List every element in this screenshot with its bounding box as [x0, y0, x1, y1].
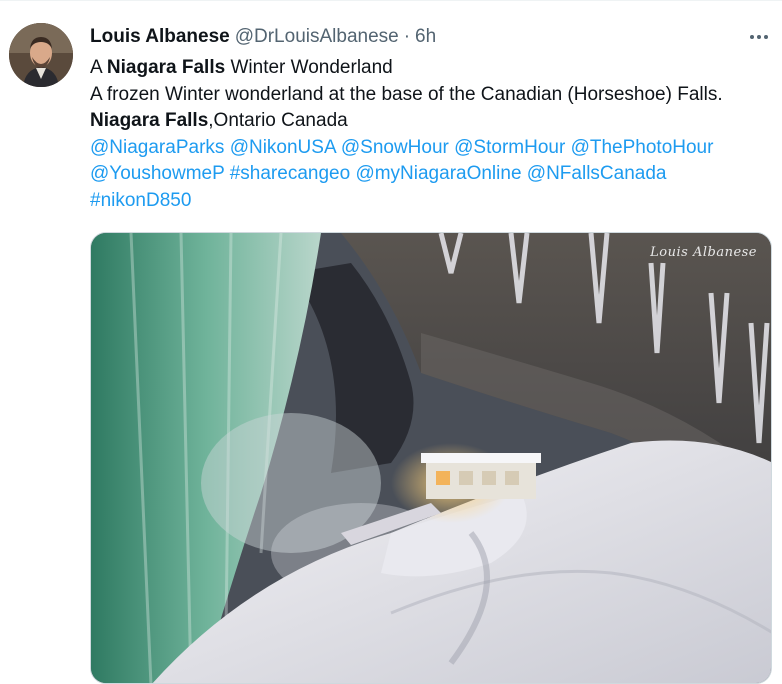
text-segment: A: [90, 57, 107, 78]
hashtag-link[interactable]: #sharecangeo: [230, 163, 350, 184]
mention-link[interactable]: @YoushowmeP: [90, 163, 224, 184]
author-handle[interactable]: @DrLouisAlbanese: [235, 26, 399, 48]
mention-row-3: #nikonD850: [90, 188, 772, 215]
text-segment: ,Ontario Canada: [208, 110, 348, 132]
text-segment: Winter Wonderland: [225, 57, 393, 78]
more-horizontal-icon[interactable]: [744, 24, 774, 50]
bold-segment: Niagara Falls: [106, 57, 226, 78]
author-name[interactable]: Louis Albanese: [90, 26, 230, 48]
bold-segment: Niagara Falls: [90, 110, 209, 132]
tweet-text: A Niagara Falls Winter Wonderland A froz…: [90, 55, 772, 215]
tweet-timestamp[interactable]: 6h: [415, 26, 436, 48]
photo-signature: Louis Albanese: [650, 245, 757, 260]
mention-row-2: @YoushowmeP #sharecangeo @myNiagaraOnlin…: [90, 161, 772, 188]
mention-row-1: @NiagaraParks @NikonUSA @SnowHour @Storm…: [90, 135, 772, 162]
separator-dot: ·: [403, 26, 411, 47]
tweet-line-3: Niagara Falls,Ontario Canada: [90, 108, 772, 135]
mention-link[interactable]: @StormHour: [454, 137, 565, 158]
mention-link[interactable]: @NiagaraParks: [90, 137, 224, 158]
mention-link[interactable]: @myNiagaraOnline: [355, 163, 521, 184]
tweet-line-2: A frozen Winter wonderland at the base o…: [90, 83, 723, 105]
mention-link[interactable]: @ThePhotoHour: [571, 137, 714, 158]
tweet-header: Louis Albanese @DrLouisAlbanese · 6h: [90, 25, 436, 49]
tweet-line-1: A Niagara Falls Winter Wonderland: [90, 55, 772, 82]
top-divider: [0, 0, 782, 1]
avatar[interactable]: [9, 23, 73, 87]
tweet-photo[interactable]: Louis Albanese: [90, 232, 772, 684]
mention-link[interactable]: @SnowHour: [341, 137, 449, 158]
hashtag-link[interactable]: #nikonD850: [90, 190, 191, 211]
niagara-falls-photo: [91, 233, 771, 683]
mention-link[interactable]: @NikonUSA: [230, 137, 336, 158]
mention-link[interactable]: @NFallsCanada: [527, 163, 667, 184]
